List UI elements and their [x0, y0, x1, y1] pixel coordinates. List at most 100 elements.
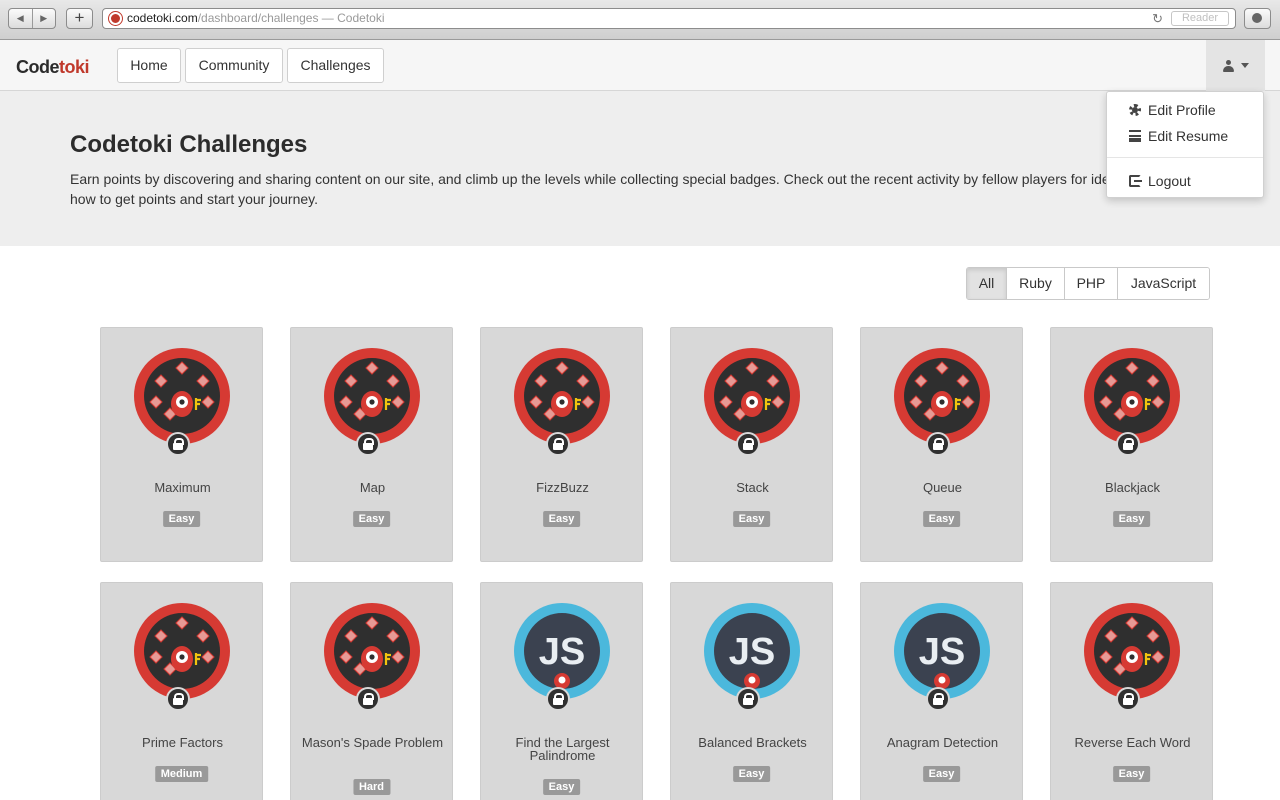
challenge-card[interactable]: Prime Factors Medium [100, 582, 263, 800]
challenge-card[interactable]: Maximum Easy [100, 327, 263, 562]
ruby-badge-icon [1084, 603, 1180, 699]
difficulty-badge: Easy [732, 766, 771, 782]
challenge-title: Maximum [154, 480, 211, 495]
menu-item-edit-profile[interactable]: Edit Profile [1107, 98, 1263, 122]
reader-button[interactable]: Reader [1171, 11, 1229, 26]
ruby-badge-icon [1084, 348, 1180, 444]
challenge-card[interactable]: JS Balanced Brackets Easy [670, 582, 833, 800]
difficulty-badge: Medium [154, 766, 209, 782]
ruby-badge-icon [514, 348, 610, 444]
ruby-badge-icon [134, 348, 230, 444]
challenge-card[interactable]: FizzBuzz Easy [480, 327, 643, 562]
lock-icon [166, 687, 190, 711]
difficulty-badge: Easy [352, 511, 391, 527]
menu-divider [1107, 157, 1263, 158]
url-host: codetoki.com [127, 11, 198, 25]
lock-icon [166, 432, 190, 456]
url-path: /dashboard/challenges [197, 11, 319, 25]
badge-js-text: JS [729, 631, 775, 673]
javascript-badge-icon: JS [894, 603, 990, 699]
site-navbar: Codetoki Home Community Challenges [0, 40, 1280, 91]
filter-javascript-button[interactable]: JavaScript [1118, 268, 1209, 299]
reload-icon[interactable]: ↻ [1152, 9, 1163, 28]
challenge-card[interactable]: Map Easy [290, 327, 453, 562]
challenge-title: Prime Factors [142, 735, 223, 750]
page-title: Codetoki Challenges [70, 131, 308, 158]
ruby-badge-icon [894, 348, 990, 444]
challenge-title: Stack [736, 480, 769, 495]
javascript-badge-icon: JS [514, 603, 610, 699]
new-tab-button[interactable]: + [66, 8, 93, 29]
lock-icon [926, 432, 950, 456]
forward-arrow-icon[interactable]: ▶ [33, 9, 56, 28]
url-page-title: — Codetoki [318, 11, 385, 25]
difficulty-badge: Easy [1112, 511, 1151, 527]
challenge-card[interactable]: Reverse Each Word Easy [1050, 582, 1213, 800]
challenge-title: Reverse Each Word [1074, 735, 1191, 750]
difficulty-badge: Easy [1112, 766, 1151, 782]
ruby-badge-icon [324, 348, 420, 444]
difficulty-badge: Easy [922, 766, 961, 782]
browser-toolbar: ◀ ▶ + codetoki.com/dashboard/challenges … [0, 0, 1280, 40]
filter-php-button[interactable]: PHP [1065, 268, 1118, 299]
menu-item-edit-resume[interactable]: Edit Resume [1107, 124, 1263, 148]
page-header: Codetoki Challenges Earn points by disco… [0, 91, 1280, 246]
challenge-title: Queue [922, 480, 963, 495]
address-bar[interactable]: codetoki.com/dashboard/challenges — Code… [102, 8, 1236, 29]
challenge-title: Anagram Detection [886, 735, 999, 750]
difficulty-badge: Hard [352, 779, 391, 795]
challenge-title: Blackjack [1105, 480, 1160, 495]
site-favicon-icon [109, 12, 122, 25]
gear-icon [1129, 104, 1141, 116]
downloads-icon[interactable] [1244, 8, 1271, 29]
filter-ruby-button[interactable]: Ruby [1007, 268, 1065, 299]
challenge-card[interactable]: Queue Easy [860, 327, 1023, 562]
history-buttons: ◀ ▶ [8, 8, 56, 29]
difficulty-badge: Easy [732, 511, 771, 527]
lock-icon [1116, 432, 1140, 456]
challenge-title: FizzBuzz [536, 480, 589, 495]
challenge-title: Balanced Brackets [698, 735, 807, 750]
nav-community-button[interactable]: Community [185, 48, 283, 83]
challenge-title: Mason's Spade Problem [301, 735, 444, 750]
lock-icon [546, 687, 570, 711]
sign-out-icon [1129, 175, 1142, 187]
user-icon [1222, 59, 1234, 72]
lock-icon [356, 432, 380, 456]
nav-challenges-button[interactable]: Challenges [287, 48, 384, 83]
page-description: Earn points by discovering and sharing c… [70, 171, 1144, 207]
list-icon [1129, 130, 1141, 142]
difficulty-badge: Easy [162, 511, 201, 527]
back-arrow-icon[interactable]: ◀ [9, 9, 33, 28]
badge-js-text: JS [539, 631, 585, 673]
badge-js-text: JS [919, 631, 965, 673]
language-filter: All Ruby PHP JavaScript [966, 267, 1210, 300]
lock-icon [356, 687, 380, 711]
nav-home-button[interactable]: Home [117, 48, 181, 83]
challenge-card[interactable]: JS Anagram Detection Easy [860, 582, 1023, 800]
menu-item-logout[interactable]: Logout [1107, 169, 1263, 193]
user-dropdown-menu: Edit Profile Edit Resume Logout [1106, 91, 1264, 198]
lock-icon [736, 687, 760, 711]
challenge-title: Map [359, 480, 386, 495]
ruby-badge-icon [324, 603, 420, 699]
challenge-card[interactable]: Blackjack Easy [1050, 327, 1213, 562]
user-menu-toggle[interactable] [1206, 40, 1265, 91]
challenge-card[interactable]: Mason's Spade Problem Hard [290, 582, 453, 800]
caret-down-icon [1240, 63, 1249, 68]
javascript-badge-icon: JS [704, 603, 800, 699]
difficulty-badge: Easy [922, 511, 961, 527]
lock-icon [926, 687, 950, 711]
filter-all-button[interactable]: All [967, 268, 1007, 299]
ruby-badge-icon [134, 603, 230, 699]
difficulty-badge: Easy [542, 779, 581, 795]
difficulty-badge: Easy [542, 511, 581, 527]
challenge-title: Find the Largest Palindrome [515, 735, 610, 763]
ruby-badge-icon [704, 348, 800, 444]
lock-icon [736, 432, 760, 456]
challenge-card[interactable]: Stack Easy [670, 327, 833, 562]
challenge-card[interactable]: JS Find the Largest Palindrome Easy [480, 582, 643, 800]
lock-icon [546, 432, 570, 456]
site-logo[interactable]: Codetoki [16, 57, 90, 78]
lock-icon [1116, 687, 1140, 711]
